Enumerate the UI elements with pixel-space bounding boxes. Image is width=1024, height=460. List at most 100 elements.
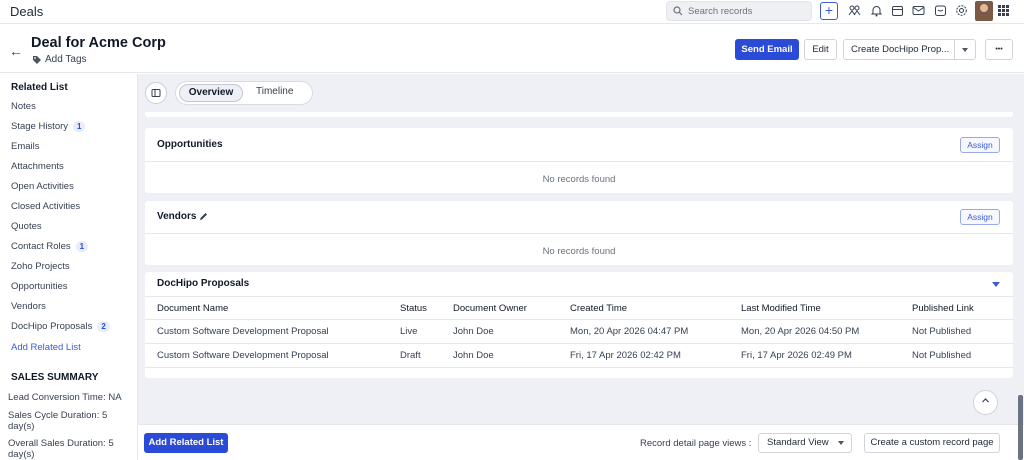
sidebar-item-emails[interactable]: Emails	[11, 141, 40, 152]
sidebar-item-label: Quotes	[11, 221, 42, 232]
search-icon	[673, 6, 683, 16]
record-header: ← Deal for Acme Corp Add Tags Send Email…	[0, 25, 1024, 73]
table-cell: John Doe	[453, 326, 494, 337]
page-title: Deal for Acme Corp	[31, 35, 166, 51]
mail-icon[interactable]	[912, 4, 925, 17]
count-badge: 2	[97, 321, 110, 332]
sidebar-item-label: Contact Roles	[11, 241, 71, 252]
opportunities-title: Opportunities	[157, 139, 223, 150]
top-bar: Deals Search records +	[0, 0, 1024, 24]
tab-overview[interactable]: Overview	[179, 84, 243, 102]
tab-timeline[interactable]: Timeline	[256, 86, 293, 97]
calendar-icon[interactable]	[891, 4, 904, 17]
divider	[145, 319, 1013, 320]
record-views-label: Record detail page views :	[640, 438, 752, 449]
add-related-list-button[interactable]: Add Related List	[144, 433, 228, 453]
tag-icon	[33, 55, 41, 64]
sidebar-item-dochipo-proposals[interactable]: DocHipo Proposals 2	[11, 321, 110, 332]
avatar[interactable]	[975, 1, 993, 21]
sidebar-item-opportunities[interactable]: Opportunities	[11, 281, 68, 292]
record-view-value: Standard View	[767, 437, 829, 448]
table-cell: Mon, 20 Apr 2026 04:47 PM	[570, 326, 689, 337]
chevron-down-icon[interactable]	[962, 48, 968, 52]
chevron-up-icon	[982, 398, 989, 403]
sidebar-item-contact-roles[interactable]: Contact Roles 1	[11, 241, 89, 252]
divider	[145, 296, 1013, 297]
sidebar-item-label: Emails	[11, 141, 40, 152]
lead-conversion-time: Lead Conversion Time: NA	[8, 392, 122, 403]
divider	[145, 233, 1013, 234]
table-cell[interactable]: Custom Software Development Proposal	[157, 350, 329, 361]
bell-icon[interactable]	[870, 4, 883, 17]
sidebar-item-attachments[interactable]: Attachments	[11, 161, 64, 172]
table-cell: John Doe	[453, 350, 494, 361]
apps-grid-icon[interactable]	[998, 5, 1009, 16]
table-cell: Draft	[400, 350, 421, 361]
gear-icon[interactable]	[955, 4, 968, 17]
scroll-to-top-button[interactable]	[973, 390, 998, 415]
count-badge: 1	[73, 121, 86, 132]
sales-summary-heading: SALES SUMMARY	[11, 372, 99, 383]
create-custom-record-page-button[interactable]: Create a custom record page	[864, 433, 1000, 453]
view-tabs: Overview Timeline	[175, 81, 313, 105]
vendors-card: Vendors Assign No records found	[145, 201, 1013, 265]
sidebar-item-vendors[interactable]: Vendors	[11, 301, 46, 312]
plus-icon[interactable]: +	[820, 2, 838, 20]
chevron-down-icon[interactable]	[992, 282, 1000, 287]
add-tags-label: Add Tags	[45, 54, 87, 65]
related-list-heading: Related List	[11, 82, 68, 93]
create-dochipo-label: Create DocHipo Prop...	[851, 44, 950, 55]
sidebar-item-notes[interactable]: Notes	[11, 101, 36, 112]
sidebar-item-label: Opportunities	[11, 281, 68, 292]
sidebar-item-label: Vendors	[11, 301, 46, 312]
sidebar-item-open-activities[interactable]: Open Activities	[11, 181, 74, 192]
table-cell: Fri, 17 Apr 2026 02:49 PM	[741, 350, 852, 361]
footer-bar: Add Related List Record detail page view…	[138, 424, 1024, 460]
search-placeholder: Search records	[688, 5, 753, 17]
search-input[interactable]: Search records	[666, 1, 812, 21]
add-related-list-link[interactable]: Add Related List	[11, 342, 81, 353]
vendors-empty: No records found	[542, 246, 616, 257]
panel-toggle-button[interactable]	[145, 82, 167, 104]
column-header: Document Owner	[453, 303, 527, 314]
people-icon[interactable]	[848, 4, 861, 17]
column-header: Last Modified Time	[741, 303, 821, 314]
app-title: Deals	[10, 4, 44, 19]
vendors-assign-button[interactable]: Assign	[960, 209, 1000, 225]
pencil-icon[interactable]	[199, 212, 208, 221]
dochipo-proposals-card: DocHipo Proposals Document Name Status D…	[145, 272, 1013, 378]
opportunities-assign-button[interactable]: Assign	[960, 137, 1000, 153]
table-cell[interactable]: Custom Software Development Proposal	[157, 326, 329, 337]
add-tags-link[interactable]: Add Tags	[32, 54, 87, 65]
scrollbar[interactable]	[1018, 395, 1023, 460]
sidebar-item-label: Attachments	[11, 161, 64, 172]
sidebar-item-label: DocHipo Proposals	[11, 321, 93, 332]
table-cell: Not Published	[912, 350, 972, 361]
send-email-button[interactable]: Send Email	[735, 39, 799, 60]
sidebar-item-zoho-projects[interactable]: Zoho Projects	[11, 261, 70, 272]
divider	[145, 161, 1013, 162]
create-dochipo-button[interactable]: Create DocHipo Prop...	[843, 39, 976, 60]
sidebar-item-label: Closed Activities	[11, 201, 81, 212]
split-divider	[954, 40, 955, 59]
record-view-select[interactable]: Standard View	[758, 433, 852, 453]
sidebar-item-label: Zoho Projects	[11, 261, 70, 272]
column-header: Created Time	[570, 303, 628, 314]
panel-icon	[151, 89, 161, 97]
sidebar-item-quotes[interactable]: Quotes	[11, 221, 42, 232]
sidebar-item-label: Open Activities	[11, 181, 74, 192]
overall-sales-duration: Overall Sales Duration: 5 day(s)	[8, 438, 114, 460]
sidebar-item-stage-history[interactable]: Stage History 1	[11, 121, 86, 132]
sidebar-item-closed-activities[interactable]: Closed Activities	[11, 201, 80, 212]
table-cell: Mon, 20 Apr 2026 04:50 PM	[741, 326, 860, 337]
table-cell: Not Published	[912, 326, 972, 337]
more-button[interactable]: •••	[985, 39, 1013, 60]
divider	[145, 343, 1013, 344]
table-cell: Fri, 17 Apr 2026 02:42 PM	[570, 350, 681, 361]
back-arrow-icon[interactable]: ←	[9, 43, 23, 59]
edit-button[interactable]: Edit	[804, 39, 837, 60]
store-icon[interactable]	[934, 4, 947, 17]
opportunities-card: Opportunities Assign No records found	[145, 128, 1013, 193]
sidebar: Related List Notes Stage History 1 Emails…	[0, 74, 138, 460]
dochipo-title: DocHipo Proposals	[157, 278, 250, 289]
